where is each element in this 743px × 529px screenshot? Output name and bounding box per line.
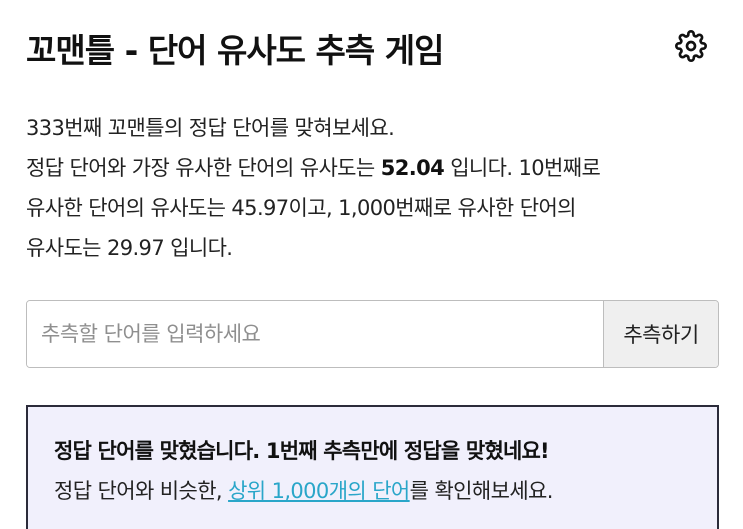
guess-form: 추측하기 bbox=[26, 300, 719, 368]
header: 꼬맨틀 - 단어 유사도 추측 게임 bbox=[26, 22, 713, 72]
guess-button[interactable]: 추측하기 bbox=[603, 301, 718, 367]
result-box: 정답 단어를 맞혔습니다. 1번째 추측만에 정답을 맞혔네요! 정답 단어와 … bbox=[26, 405, 719, 529]
result-detail: 정답 단어와 비슷한, 상위 1,000개의 단어를 확인해보세요. bbox=[54, 471, 691, 511]
description-line-4: 유사도는 29.97 입니다. bbox=[26, 236, 233, 260]
guess-input[interactable] bbox=[27, 301, 603, 367]
page-title: 꼬맨틀 - 단어 유사도 추측 게임 bbox=[26, 31, 444, 70]
top-similarity-value: 52.04 bbox=[380, 156, 445, 180]
description-line-1: 333번째 꼬맨틀의 정답 단어를 맞혀보세요. bbox=[26, 116, 395, 140]
settings-button[interactable] bbox=[675, 30, 707, 62]
game-description: 333번째 꼬맨틀의 정답 단어를 맞혀보세요. 정답 단어와 가장 유사한 단… bbox=[26, 108, 726, 268]
description-line-2-suffix: 입니다. 10번째로 bbox=[444, 156, 601, 180]
top-1000-words-link[interactable]: 상위 1,000개의 단어 bbox=[228, 479, 410, 503]
description-line-3: 유사한 단어의 유사도는 45.97이고, 1,000번째로 유사한 단어의 bbox=[26, 196, 576, 220]
result-headline: 정답 단어를 맞혔습니다. 1번째 추측만에 정답을 맞혔네요! bbox=[54, 439, 550, 463]
description-line-2: 정답 단어와 가장 유사한 단어의 유사도는 52.04 입니다. 10번째로 bbox=[26, 148, 726, 188]
result-detail-suffix: 를 확인해보세요. bbox=[409, 479, 554, 503]
description-line-2-prefix: 정답 단어와 가장 유사한 단어의 유사도는 bbox=[26, 156, 381, 180]
gear-icon bbox=[675, 30, 707, 62]
result-detail-prefix: 정답 단어와 비슷한, bbox=[54, 479, 229, 503]
